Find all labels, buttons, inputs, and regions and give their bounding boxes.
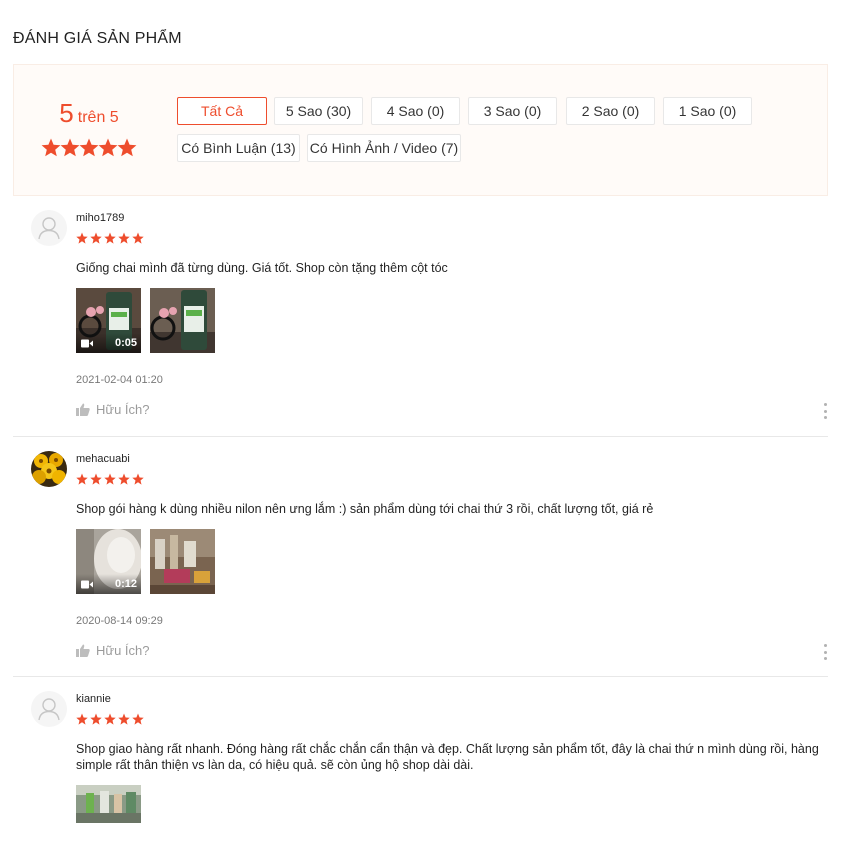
review-comment: Giống chai mình đã từng dùng. Giá tốt. S… <box>76 261 448 275</box>
more-options-icon[interactable] <box>822 644 828 660</box>
star-icon <box>79 138 99 157</box>
star-icon <box>76 713 88 725</box>
video-camera-icon <box>81 580 93 588</box>
star-icon <box>104 713 116 725</box>
filter-1-star-button[interactable]: 1 Sao (0) <box>663 97 752 125</box>
video-camera-icon <box>81 339 93 347</box>
star-icon <box>104 232 116 244</box>
thumbs-up-icon <box>76 403 90 416</box>
review-item: miho1789 Giống chai mình đã từng dùng. G… <box>13 210 828 437</box>
star-icon <box>118 713 130 725</box>
video-bar: 0:05 <box>76 333 141 353</box>
star-icon <box>132 473 144 485</box>
review-item: kiannie Shop giao hàng rất nhanh. Đóng h… <box>13 691 828 845</box>
review-date: 2021-02-04 01:20 <box>76 374 163 386</box>
star-icon <box>41 138 61 157</box>
filter-with-media-button[interactable]: Có Hình Ảnh / Video (7) <box>307 134 461 162</box>
review-image-thumbnail[interactable] <box>76 785 141 823</box>
star-icon <box>132 713 144 725</box>
review-author[interactable]: kiannie <box>76 693 111 705</box>
review-comment: Shop giao hàng rất nhanh. Đóng hàng rất … <box>76 742 819 772</box>
overview-stars <box>41 138 137 157</box>
filter-2-star-button[interactable]: 2 Sao (0) <box>566 97 655 125</box>
star-icon <box>118 232 130 244</box>
star-icon <box>117 138 137 157</box>
rating-overview: 5 trên 5 Tất Cả 5 Sao (30) 4 Sao (0) 3 Sa… <box>13 64 828 196</box>
review-stars <box>76 232 144 244</box>
filter-all-button[interactable]: Tất Cả <box>177 97 267 125</box>
video-bar: 0:12 <box>76 574 141 594</box>
star-icon <box>132 232 144 244</box>
star-icon <box>90 232 102 244</box>
helpful-label: Hữu Ích? <box>96 643 150 658</box>
more-options-icon[interactable] <box>822 403 828 419</box>
review-stars <box>76 713 144 725</box>
default-avatar-icon[interactable] <box>31 210 67 246</box>
default-avatar-icon[interactable] <box>31 691 67 727</box>
review-comment: Shop gói hàng k dùng nhiều nilon nên ưng… <box>76 502 654 516</box>
score-value: 5 <box>59 98 74 128</box>
score-out-of: trên 5 <box>77 109 119 126</box>
review-image-thumbnail[interactable] <box>150 529 215 594</box>
thumbs-up-icon <box>76 644 90 657</box>
review-image-thumbnail[interactable] <box>150 288 215 353</box>
review-item: mehacuabi Shop gói hàng k dùng nhiều nil… <box>13 451 828 677</box>
video-duration: 0:12 <box>114 578 137 590</box>
review-date: 2020-08-14 09:29 <box>76 615 163 627</box>
flower-avatar[interactable] <box>31 451 67 487</box>
review-author[interactable]: miho1789 <box>76 212 124 224</box>
review-author[interactable]: mehacuabi <box>76 453 130 465</box>
star-icon <box>60 138 80 157</box>
star-icon <box>76 473 88 485</box>
section-title: ĐÁNH GIÁ SẢN PHẨM <box>13 30 182 47</box>
helpful-label: Hữu Ích? <box>96 402 150 417</box>
star-icon <box>90 713 102 725</box>
helpful-button[interactable]: Hữu Ích? <box>76 402 150 417</box>
rating-score: 5 trên 5 <box>14 98 164 129</box>
filter-3-star-button[interactable]: 3 Sao (0) <box>468 97 557 125</box>
helpful-button[interactable]: Hữu Ích? <box>76 643 150 658</box>
star-icon <box>118 473 130 485</box>
review-video-thumbnail[interactable]: 0:05 <box>76 288 141 353</box>
review-stars <box>76 473 144 485</box>
filter-with-comment-button[interactable]: Có Bình Luận (13) <box>177 134 300 162</box>
review-video-thumbnail[interactable]: 0:12 <box>76 529 141 594</box>
star-icon <box>98 138 118 157</box>
star-icon <box>76 232 88 244</box>
star-icon <box>104 473 116 485</box>
filter-4-star-button[interactable]: 4 Sao (0) <box>371 97 460 125</box>
video-duration: 0:05 <box>114 337 137 349</box>
star-icon <box>90 473 102 485</box>
filter-5-star-button[interactable]: 5 Sao (30) <box>274 97 363 125</box>
